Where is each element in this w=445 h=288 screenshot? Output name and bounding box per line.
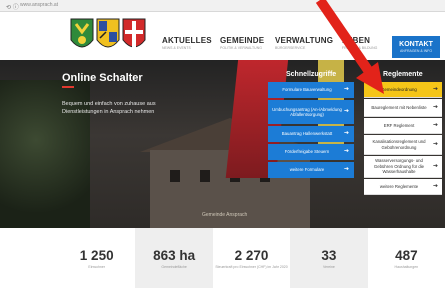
regulation-item[interactable]: ERF Reglement ➔ [364,118,442,134]
stat-label: Einwohner [88,265,105,269]
browser-bar: ⟲ ⓘ www.ansprach.at [0,0,445,12]
menu-label: GEMEINDE [220,36,265,45]
regulation-item[interactable]: Kanalisationsreglement und Gebührenordnu… [364,135,442,155]
stat-label: Gemeindefläche [161,265,187,269]
menu-gemeinde[interactable]: GEMEINDE POLITIK & VERWALTUNG [220,36,264,50]
quick-item[interactable]: Förderfreigabe Steuern ➔ [268,144,354,160]
regulation-item-label: ERF Reglement [383,122,415,128]
stat-steuerkraft: 2 270 Steuerkraft pro Einwohner (CHF) im… [212,228,291,288]
arrow-right-icon: ➔ [432,182,438,189]
regulations-title: Reglemente [383,71,423,78]
arrow-right-icon: ➔ [343,108,349,115]
hero-window [170,170,180,182]
stats-bar: 1 250 Einwohner 863 ha Gemeindefläche 2 … [58,228,445,288]
quick-item[interactable]: Bauantrag Hallenwerkstatt ➔ [268,126,354,142]
regulation-item-label: Wasserversorgungs- und Gebühren Ordnung … [373,158,425,175]
menu-label: LEBEN [342,36,371,45]
hero-description: Bequem und einfach von zuhause aus Diens… [62,101,156,115]
stat-value: 33 [321,248,337,263]
stat-einwohner: 1 250 Einwohner [58,228,136,288]
stat-haushaltungen: 487 Haushaltungen [367,228,445,288]
regulation-item-label: Kanalisationsreglement und Gebührenordnu… [372,139,426,150]
regulation-item[interactable]: weitere Reglemente ➔ [364,179,442,195]
stat-label: Steuerkraft pro Einwohner (CHF) im Jahr … [215,265,288,269]
arrow-right-icon: ➔ [432,121,438,128]
arrow-right-icon: ➔ [432,103,438,110]
arrow-right-icon: ➔ [432,85,438,92]
hero-accent-line [62,86,74,88]
menu-sublabel: NEWS & EVENTS [162,46,191,50]
stat-vereine: 33 Vereine [290,228,368,288]
arrow-right-icon: ➔ [343,86,349,93]
menu-sublabel: POLITIK & VERWALTUNG [220,46,262,50]
stat-gemeindeflaeche: 863 ha Gemeindefläche [135,228,213,288]
regulation-item-label: Baureglement mit Nebenliste [371,104,427,110]
site-header: AKTUELLES NEWS & EVENTS GEMEINDE POLITIK… [0,12,445,60]
stat-label: Vereine [322,265,335,269]
hero-building-sign: Gemeinde Ansprach [202,212,248,218]
menu-aktuelles[interactable]: AKTUELLES NEWS & EVENTS [162,36,212,50]
crest-green-icon [70,18,94,54]
quick-item[interactable]: weitere Formulare ➔ [268,162,354,178]
kontakt-label: KONTAKT [399,41,433,48]
quick-item-label: Umbuchungsantrag (An-/Abmeldung Abfallen… [272,106,342,118]
hero-window [200,170,210,182]
regulation-item[interactable]: Baureglement mit Nebenliste ➔ [364,99,442,117]
regulation-item-label: Gemeindeordnung [381,86,417,92]
arrow-right-icon: ➔ [432,140,438,147]
quick-item[interactable]: Formulare Bauverwaltung ➔ [268,82,354,98]
arrow-right-icon: ➔ [432,162,438,169]
stat-value: 863 ha [153,248,196,263]
arrow-right-icon: ➔ [343,130,349,137]
browser-nav-icons[interactable]: ⟲ ⓘ [6,2,19,11]
crest-yellow-icon [96,18,120,54]
stat-value: 1 250 [79,248,114,263]
quick-access-title: Schnellzugriffe [286,71,337,78]
address-bar[interactable]: www.ansprach.at [20,2,58,8]
hero-title: Online Schalter [62,72,143,84]
kontakt-sublabel: ANFRAGEN & INFO [399,49,433,53]
menu-leben[interactable]: LEBEN FREIZEIT & BILDUNG [342,36,377,50]
regulation-item[interactable]: Wasserversorgungs- und Gebühren Ordnung … [364,156,442,178]
quick-item-label: Förderfreigabe Steuern [284,149,330,155]
stat-value: 487 [395,248,418,263]
quick-item-label: Bauantrag Hallenwerkstatt [281,131,333,137]
stat-label: Haushaltungen [394,265,419,269]
arrow-right-icon: ➔ [343,148,349,155]
stat-value: 2 270 [234,248,269,263]
stats-left-spacer [0,228,58,288]
crests-logo[interactable] [70,14,148,60]
kontakt-button[interactable]: KONTAKT ANFRAGEN & INFO [392,36,440,58]
arrow-right-icon: ➔ [343,166,349,173]
quick-item[interactable]: Umbuchungsantrag (An-/Abmeldung Abfallen… [268,100,354,124]
menu-label: VERWALTUNG [275,36,334,45]
menu-label: AKTUELLES [162,36,212,45]
crest-red-icon [122,18,146,54]
quick-item-label: Formulare Bauverwaltung [282,87,332,93]
menu-sublabel: FREIZEIT & BILDUNG [342,46,378,50]
quick-item-label: weitere Formulare [289,167,325,173]
menu-verwaltung[interactable]: VERWALTUNG BÜRGERSERVICE [275,36,333,50]
regulation-item-gemeindeordnung[interactable]: Gemeindeordnung ➔ [364,82,442,98]
menu-sublabel: BÜRGERSERVICE [275,46,306,50]
regulation-item-label: weitere Reglemente [379,183,419,189]
